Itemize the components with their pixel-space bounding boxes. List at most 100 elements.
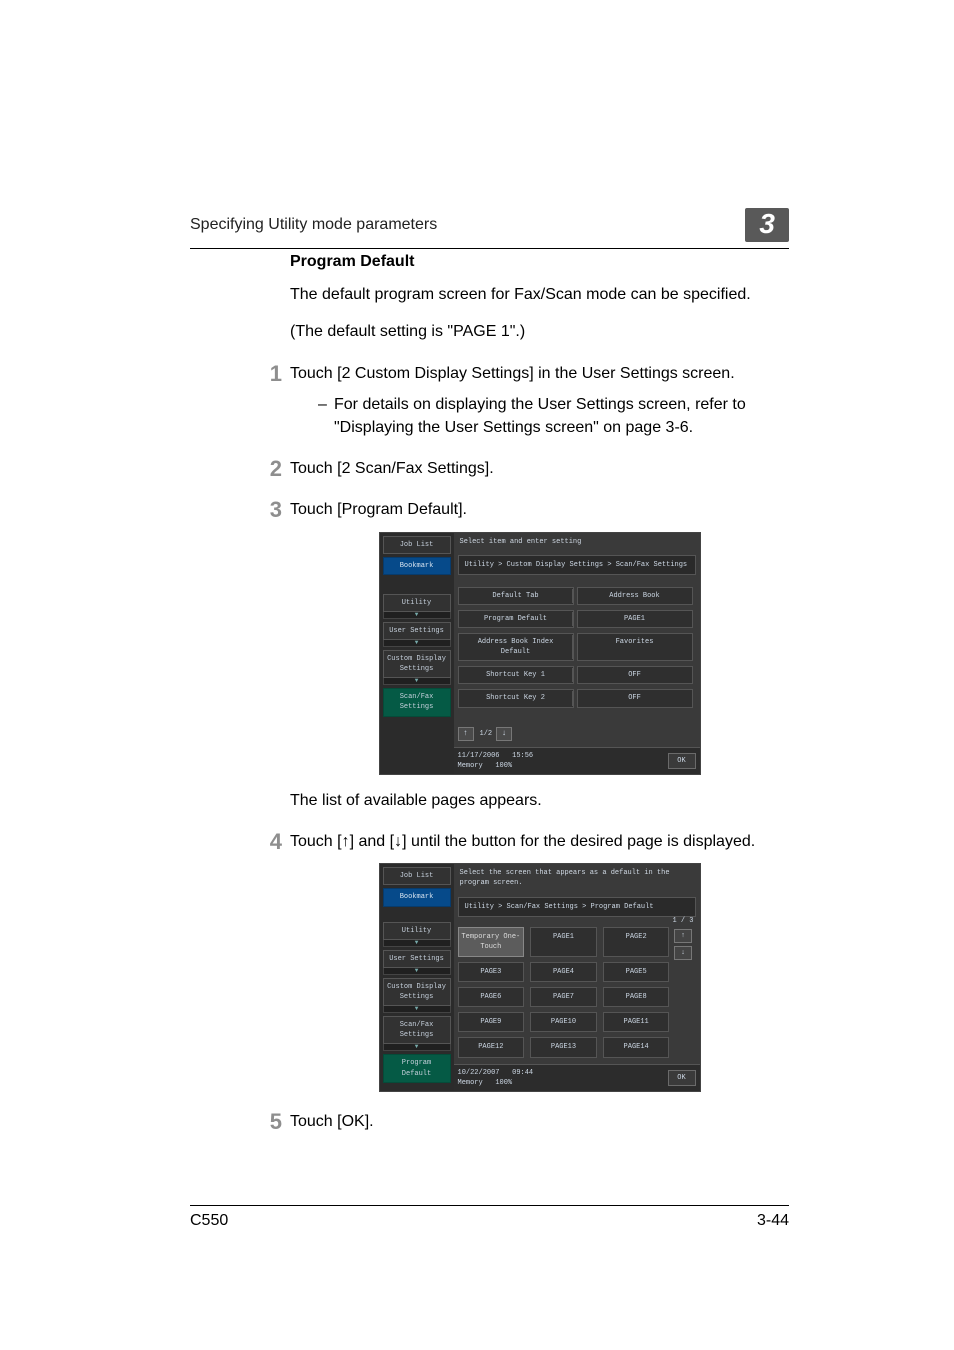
page-option-8[interactable]: PAGE8: [603, 987, 670, 1007]
step-4: Touch [↑] and [↓] until the button for t…: [290, 830, 789, 1092]
ss2-tab-user-settings[interactable]: User Settings: [383, 950, 451, 968]
ss1-breadcrumb: Utility > Custom Display Settings > Scan…: [458, 555, 696, 575]
down-arrow-icon: ↓: [394, 833, 402, 850]
ss2-memory-label: Memory: [458, 1079, 483, 1087]
page-option-2[interactable]: PAGE2: [603, 927, 670, 957]
ss1-row-label: Shortcut Key 2: [458, 689, 574, 707]
ss1-memory-value: 100%: [495, 762, 512, 770]
step-2: Touch [2 Scan/Fax Settings].: [290, 457, 789, 480]
chapter-number: 3: [745, 208, 789, 242]
ss2-side-pager: 1 / 3 ↑ ↓: [672, 916, 693, 960]
intro-paragraph-2: (The default setting is "PAGE 1".): [290, 320, 789, 343]
page-down-button[interactable]: ↓: [674, 946, 692, 960]
ss2-page-grid: Temporary One-Touch PAGE1 PAGE2 PAGE3 PA…: [458, 927, 670, 1058]
step-2-text: Touch [2 Scan/Fax Settings].: [290, 460, 494, 477]
page-down-button[interactable]: ↓: [496, 727, 512, 741]
step-1: Touch [2 Custom Display Settings] in the…: [290, 362, 789, 440]
ss2-tab-custom-display[interactable]: Custom Display Settings: [383, 978, 451, 1006]
ss1-row-value: Address Book: [577, 587, 693, 605]
section-heading: Program Default: [290, 250, 789, 273]
page-up-button[interactable]: ↑: [674, 929, 692, 943]
page-option-5[interactable]: PAGE5: [603, 962, 670, 982]
ss1-tab-bookmark[interactable]: Bookmark: [383, 557, 451, 575]
footer-model: C550: [190, 1212, 228, 1230]
ss2-tab-scan-fax[interactable]: Scan/Fax Settings: [383, 1016, 451, 1044]
chevron-down-icon: ▼: [383, 678, 451, 685]
ss1-row-shortcut-2[interactable]: Shortcut Key 2 OFF: [458, 689, 696, 707]
page-option-1[interactable]: PAGE1: [530, 927, 597, 957]
ss1-row-shortcut-1[interactable]: Shortcut Key 1 OFF: [458, 666, 696, 684]
footer-page-number: 3-44: [757, 1212, 789, 1230]
page-option-14[interactable]: PAGE14: [603, 1037, 670, 1057]
ss1-sidebar: Job List Bookmark Utility ▼ User Setting…: [380, 533, 454, 774]
ss1-row-label: Address Book Index Default: [458, 633, 574, 661]
ss1-row-label: Shortcut Key 1: [458, 666, 574, 684]
ss1-pager: ↑ 1/2 ↓: [458, 727, 696, 741]
ss1-row-program-default[interactable]: Program Default PAGE1: [458, 610, 696, 628]
chevron-down-icon: ▼: [383, 1006, 451, 1013]
screenshot-program-default: Job List Bookmark Utility ▼ User Setting…: [379, 863, 701, 1092]
step-4-text-part1: Touch [: [290, 833, 342, 850]
running-title: Specifying Utility mode parameters: [190, 208, 437, 234]
ss2-breadcrumb: Utility > Scan/Fax Settings > Program De…: [458, 897, 696, 917]
ss1-row-label: Default Tab: [458, 587, 574, 605]
page-option-10[interactable]: PAGE10: [530, 1012, 597, 1032]
page-option-12[interactable]: PAGE12: [458, 1037, 525, 1057]
ok-button[interactable]: OK: [668, 1070, 696, 1086]
page-option-13[interactable]: PAGE13: [530, 1037, 597, 1057]
ss2-tab-bookmark[interactable]: Bookmark: [383, 888, 451, 906]
step-4-text-part2: ] and [: [350, 833, 394, 850]
step-3: Touch [Program Default]. Job List Bookma…: [290, 498, 789, 812]
chevron-down-icon: ▼: [383, 640, 451, 647]
page-option-6[interactable]: PAGE6: [458, 987, 525, 1007]
chapter-badge: 3: [745, 208, 789, 242]
ss2-memory-value: 100%: [495, 1079, 512, 1087]
ss1-tab-utility[interactable]: Utility: [383, 594, 451, 612]
ss1-tab-scan-fax[interactable]: Scan/Fax Settings: [383, 688, 451, 716]
page-option-7[interactable]: PAGE7: [530, 987, 597, 1007]
ss2-tab-utility[interactable]: Utility: [383, 922, 451, 940]
up-arrow-icon: ↑: [342, 833, 350, 850]
step-1-subnote: For details on displaying the User Setti…: [318, 393, 789, 439]
ss2-tab-job-list[interactable]: Job List: [383, 867, 451, 885]
page-option-11[interactable]: PAGE11: [603, 1012, 670, 1032]
ss1-row-value: OFF: [577, 689, 693, 707]
page-option-9[interactable]: PAGE9: [458, 1012, 525, 1032]
ss2-status-bar: 10/22/2007 09:44 Memory 100% OK: [454, 1064, 700, 1091]
chevron-down-icon: ▼: [383, 1044, 451, 1051]
ss1-row-default-tab[interactable]: Default Tab Address Book: [458, 587, 696, 605]
chevron-down-icon: ▼: [383, 612, 451, 619]
step-1-text: Touch [2 Custom Display Settings] in the…: [290, 365, 735, 382]
page-option-4[interactable]: PAGE4: [530, 962, 597, 982]
ss2-date: 10/22/2007: [458, 1069, 500, 1077]
page-up-button[interactable]: ↑: [458, 727, 474, 741]
step-3-after: The list of available pages appears.: [290, 789, 789, 812]
ss1-tab-custom-display[interactable]: Custom Display Settings: [383, 650, 451, 678]
chevron-down-icon: ▼: [383, 940, 451, 947]
step-5-text: Touch [OK].: [290, 1113, 374, 1130]
ss1-row-value: PAGE1: [577, 610, 693, 628]
step-3-text: Touch [Program Default].: [290, 501, 467, 518]
intro-paragraph-1: The default program screen for Fax/Scan …: [290, 283, 789, 306]
ss2-tab-program-default[interactable]: Program Default: [383, 1054, 451, 1082]
ss1-tab-user-settings[interactable]: User Settings: [383, 622, 451, 640]
ss2-sidebar: Job List Bookmark Utility ▼ User Setting…: [380, 864, 454, 1091]
page-option-3[interactable]: PAGE3: [458, 962, 525, 982]
ss1-row-value: OFF: [577, 666, 693, 684]
page-footer: C550 3-44: [190, 1205, 789, 1230]
ss2-instruction: Select the screen that appears as a defa…: [454, 864, 700, 892]
ss1-time: 15:56: [512, 752, 533, 760]
running-header: Specifying Utility mode parameters 3: [190, 208, 789, 249]
ss2-page-indicator: 1 / 3: [672, 916, 693, 926]
step-5: Touch [OK].: [290, 1110, 789, 1133]
ss1-tab-job-list[interactable]: Job List: [383, 536, 451, 554]
ss1-page-indicator: 1/2: [480, 729, 493, 739]
ss1-memory-label: Memory: [458, 762, 483, 770]
ss1-date: 11/17/2006: [458, 752, 500, 760]
ss1-row-address-book-index[interactable]: Address Book Index Default Favorites: [458, 633, 696, 661]
ss1-row-label: Program Default: [458, 610, 574, 628]
chevron-down-icon: ▼: [383, 968, 451, 975]
step-4-text-part3: ] until the button for the desired page …: [402, 833, 755, 850]
ok-button[interactable]: OK: [668, 753, 696, 769]
page-option-temporary[interactable]: Temporary One-Touch: [458, 927, 525, 957]
